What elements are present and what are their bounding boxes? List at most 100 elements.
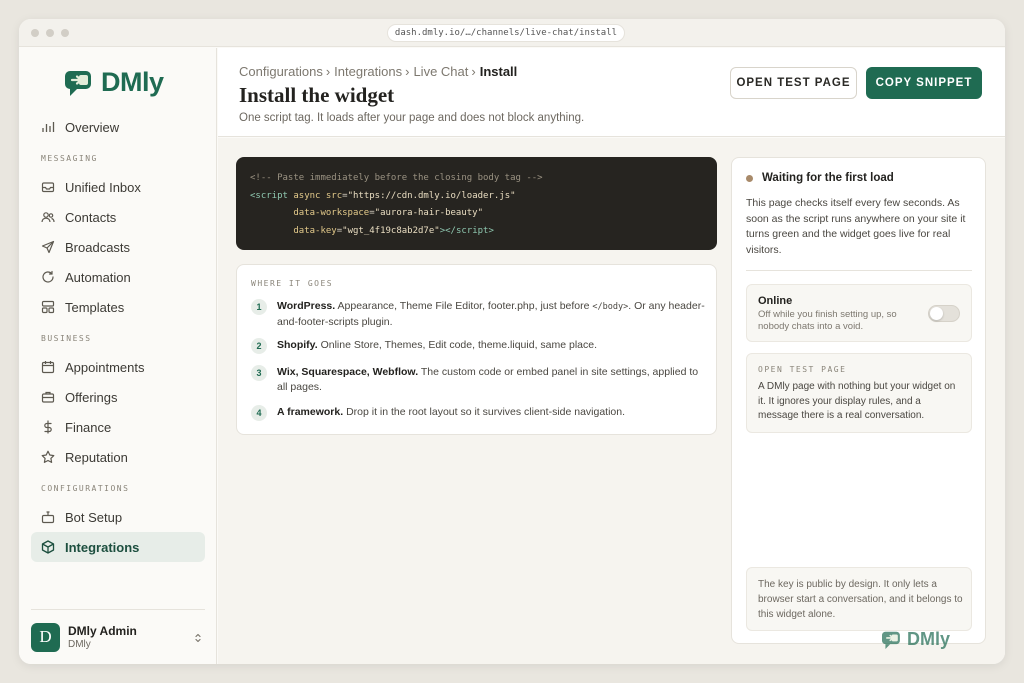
sidebar-item-label: Bot Setup [65, 509, 123, 525]
step-title: Shopify. [277, 339, 318, 351]
snippet-src: https://cdn.dmly.io/loader.js [352, 190, 511, 201]
step-number: 3 [251, 365, 267, 381]
sidebar-item-label: Offerings [65, 389, 118, 405]
sidebar-item-label: Broadcasts [65, 239, 131, 255]
dmly-logo-icon [65, 70, 91, 96]
section-label-configurations: CONFIGURATIONS [41, 484, 130, 493]
briefcase-icon [41, 390, 55, 404]
breadcrumb-configurations[interactable]: Configurations [239, 64, 323, 79]
page-subtitle: One script tag. It loads after your page… [239, 112, 585, 124]
where-heading: WHERE IT GOES [251, 279, 334, 288]
online-setting: Online Off while you finish setting up, … [746, 284, 972, 342]
star-icon [41, 450, 55, 464]
step-number: 2 [251, 338, 267, 354]
refresh-icon [41, 270, 55, 284]
brand-watermark: DMly [882, 629, 950, 650]
step-title: A framework. [277, 406, 344, 418]
user-org: DMly [68, 639, 91, 650]
inbox-icon [41, 180, 55, 194]
breadcrumb: Configurations › Integrations › Live Chat › In… [239, 64, 517, 79]
dmly-logo-icon [882, 631, 900, 649]
status-description: This page checks itself every few second… [746, 197, 966, 256]
sidebar-item-templates[interactable]: Templates [31, 292, 205, 322]
sidebar-item-overview[interactable]: Overview [31, 112, 205, 142]
status-dot [746, 175, 753, 182]
sidebar-item-integrations[interactable]: Integrations [31, 532, 205, 562]
breadcrumb-integrations[interactable]: Integrations [334, 64, 402, 79]
sidebar-item-label: Unified Inbox [65, 179, 141, 195]
sidebar-item-broadcasts[interactable]: Broadcasts [31, 232, 205, 262]
copy-snippet-button[interactable]: COPY SNIPPET [866, 67, 982, 99]
test-description: A DMly page with nothing but your widget… [758, 381, 956, 421]
sidebar-item-reputation[interactable]: Reputation [31, 442, 205, 472]
breadcrumb-separator: › [471, 64, 476, 79]
sidebar-item-appointments[interactable]: Appointments [31, 352, 205, 382]
dollar-icon [41, 420, 55, 434]
list-item: 3 Wix, Squarespace, Webflow. The custom … [251, 365, 706, 395]
breadcrumb-current: Install [479, 64, 518, 79]
step-text: WordPress. Appearance, Theme File Editor… [277, 299, 706, 330]
window-maximize-dot[interactable] [61, 29, 69, 37]
bot-icon [41, 510, 55, 524]
open-test-page-card: OPEN TEST PAGE A DMly page with nothing … [746, 353, 972, 433]
where-it-goes-card: WHERE IT GOES 1 WordPress. Appearance, T… [236, 264, 717, 435]
sidebar-item-label: Templates [65, 299, 125, 315]
sidebar-item-label: Appointments [65, 359, 145, 375]
sidebar-item-bot-setup[interactable]: Bot Setup [31, 502, 205, 532]
brand-name: DMly [101, 67, 164, 97]
step-title: Wix, Squarespace, Webflow. [277, 366, 419, 378]
sidebar-item-label: Overview [65, 119, 120, 135]
snippet-key: wgt_4f19c8ab2d7e [347, 225, 435, 236]
online-title: Online [758, 295, 793, 307]
key-note: The key is public by design. It only let… [746, 567, 972, 631]
main-content: <!-- Paste immediately before the closin… [218, 138, 1005, 664]
section-label-messaging: MESSAGING [41, 154, 98, 163]
step-number: 4 [251, 405, 267, 421]
breadcrumb-live-chat[interactable]: Live Chat [413, 64, 468, 79]
step-desc: Online Store, Themes, Edit code, theme.l… [320, 339, 598, 351]
snippet-workspace: aurora-hair-beauty [380, 208, 478, 218]
sidebar-nav: Overview MESSAGING Unified Inbox Contact… [31, 116, 205, 562]
key-note-text: The key is public by design. It only let… [758, 579, 963, 620]
calendar-icon [41, 360, 55, 374]
sidebar-item-offerings[interactable]: Offerings [31, 382, 205, 412]
online-toggle[interactable] [928, 305, 960, 322]
cube-icon [41, 540, 55, 554]
window-controls [31, 29, 69, 37]
sidebar-item-label: Automation [65, 269, 131, 285]
step-text: A framework. Drop it in the root layout … [277, 405, 625, 421]
user-name: DMly Admin [68, 624, 137, 638]
user-account-menu[interactable]: D DMly Admin DMly [31, 609, 205, 664]
bar-chart-icon [41, 120, 55, 134]
step-text: Wix, Squarespace, Webflow. The custom co… [277, 365, 706, 395]
window-minimize-dot[interactable] [46, 29, 54, 37]
divider [746, 270, 972, 271]
step-code: </body> [592, 302, 629, 312]
status-panel: Waiting for the first load This page che… [731, 157, 986, 644]
app-window: dash.dmly.io/…/channels/live-chat/instal… [19, 19, 1005, 664]
user-info: DMly Admin DMly [68, 624, 137, 650]
address-bar[interactable]: dash.dmly.io/…/channels/live-chat/instal… [387, 24, 625, 42]
chevron-up-down-icon[interactable] [193, 631, 203, 649]
sidebar-item-contacts[interactable]: Contacts [31, 202, 205, 232]
breadcrumb-separator: › [325, 64, 331, 79]
window-close-dot[interactable] [31, 29, 39, 37]
sidebar: DMly Overview MESSAGING Unified Inbox Co… [19, 48, 217, 664]
contacts-icon [41, 210, 55, 224]
templates-icon [41, 300, 55, 314]
step-title: WordPress. [277, 300, 336, 312]
watermark-brand-name: DMly [907, 629, 951, 649]
sidebar-item-finance[interactable]: Finance [31, 412, 205, 442]
code-snippet[interactable]: <!-- Paste immediately before the closin… [236, 157, 717, 250]
step-desc: Drop it in the root layout so it survive… [346, 406, 626, 418]
browser-titlebar: dash.dmly.io/…/channels/live-chat/instal… [19, 19, 1005, 47]
sidebar-item-automation[interactable]: Automation [31, 262, 205, 292]
list-item: 1 WordPress. Appearance, Theme File Edit… [251, 299, 706, 330]
step-desc-a: Appearance, Theme File Editor, footer.ph… [337, 300, 593, 312]
sidebar-item-unified-inbox[interactable]: Unified Inbox [31, 172, 205, 202]
brand-logo[interactable]: DMly [65, 67, 164, 98]
section-label-business: BUSINESS [41, 334, 92, 343]
open-test-page-button[interactable]: OPEN TEST PAGE [730, 67, 857, 99]
toggle-knob [930, 307, 943, 320]
page-header: Configurations › Integrations › Live Chat › In… [218, 48, 1005, 137]
